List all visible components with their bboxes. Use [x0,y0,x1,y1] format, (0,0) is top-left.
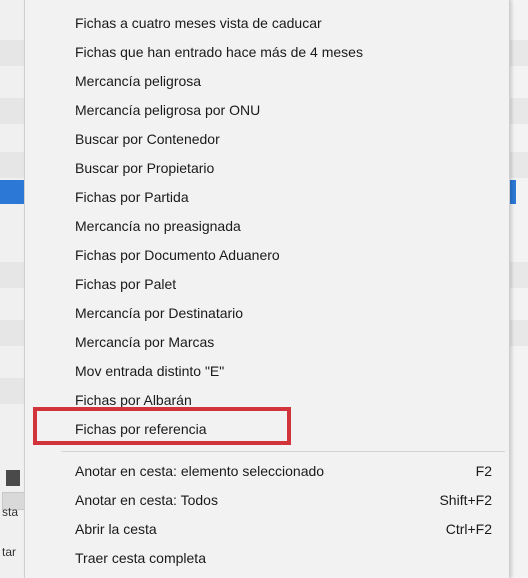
menu-item-label: Anotar en cesta: elemento seleccionado [75,462,325,479]
menu-item-buscar-contenedor[interactable]: Buscar por Contenedor [25,124,509,153]
menu-item-label: Mercancía por Marcas [75,333,215,350]
background-window-right [508,0,528,578]
menu-item-mov-entrada[interactable]: Mov entrada distinto "E" [25,356,509,385]
background-row [0,378,24,404]
background-row [0,262,24,288]
menu-item-label: Fichas que han entrado hace más de 4 mes… [75,43,363,60]
menu-separator [61,451,505,452]
menu-item-label: Abrir la cesta [75,520,157,537]
menu-item-destinatario[interactable]: Mercancía por Destinatario [25,298,509,327]
background-row [508,98,528,124]
menu-item-label: Mov entrada distinto "E" [75,362,225,379]
menu-item-label: Anotar en cesta: Todos [75,491,218,508]
menu-item-shortcut: Shift+F2 [439,491,492,508]
menu-item-label: Fichas por Albarán [75,391,192,408]
grid-icon[interactable] [6,470,20,486]
menu-item-buscar-propietario[interactable]: Buscar por Propietario [25,153,509,182]
background-row [508,320,528,346]
menu-item-label: Mercancía peligrosa [75,72,202,89]
menu-item-traer-cesta[interactable]: Traer cesta completa [25,543,509,572]
menu-item-no-preasignada[interactable]: Mercancía no preasignada [25,211,509,240]
menu-item-label: Fichas por referencia [75,420,207,437]
menu-item-anotar-todos[interactable]: Anotar en cesta: Todos Shift+F2 [25,485,509,514]
menu-item-marcas[interactable]: Mercancía por Marcas [25,327,509,356]
menu-item-label: Fichas por Documento Aduanero [75,246,280,263]
menu-item-documento-aduanero[interactable]: Fichas por Documento Aduanero [25,240,509,269]
menu-item-referencia[interactable]: Fichas por referencia [25,414,509,443]
menu-item-mercancia-peligrosa[interactable]: Mercancía peligrosa [25,66,509,95]
menu-item-label: Buscar por Propietario [75,159,215,176]
menu-item-shortcut: Ctrl+F2 [445,520,492,537]
background-row [508,262,528,288]
menu-item-mas-4-meses[interactable]: Fichas que han entrado hace más de 4 mes… [25,37,509,66]
background-row [0,152,24,178]
menu-item-label: Traer cesta completa [75,549,206,566]
background-row [0,40,24,66]
background-row [0,320,24,346]
background-row [508,40,528,66]
menu-item-label: Buscar por Contenedor [75,130,220,147]
menu-item-label: Mercancía peligrosa por ONU [75,101,261,118]
menu-item-cuatro-meses-caducar[interactable]: Fichas a cuatro meses vista de caducar [25,8,509,37]
menu-item-label: Mercancía por Destinatario [75,304,244,321]
background-window-left: sta tar [0,0,26,578]
menu-item-shortcut: F2 [475,462,492,479]
background-text: tar [2,545,17,559]
menu-item-albaran[interactable]: Fichas por Albarán [25,385,509,414]
background-selected-row [0,180,24,204]
menu-item-abrir-cesta[interactable]: Abrir la cesta Ctrl+F2 [25,514,509,543]
menu-item-label: Fichas a cuatro meses vista de caducar [75,14,322,31]
background-text: sta [2,505,19,519]
menu-item-label: Mercancía no preasignada [75,217,241,234]
menu-item-mercancia-peligrosa-onu[interactable]: Mercancía peligrosa por ONU [25,95,509,124]
menu-item-fichas-partida[interactable]: Fichas por Partida [25,182,509,211]
menu-item-anotar-seleccionado[interactable]: Anotar en cesta: elemento seleccionado F… [25,456,509,485]
screen: sta tar Fichas a cuatro meses vista de c… [0,0,528,578]
menu-item-label: Fichas por Palet [75,275,177,292]
menu-item-label: Fichas por Partida [75,188,189,205]
context-menu: Fichas a cuatro meses vista de caducar F… [24,0,510,578]
background-row [0,98,24,124]
menu-item-fichas-palet[interactable]: Fichas por Palet [25,269,509,298]
background-row [508,152,528,178]
